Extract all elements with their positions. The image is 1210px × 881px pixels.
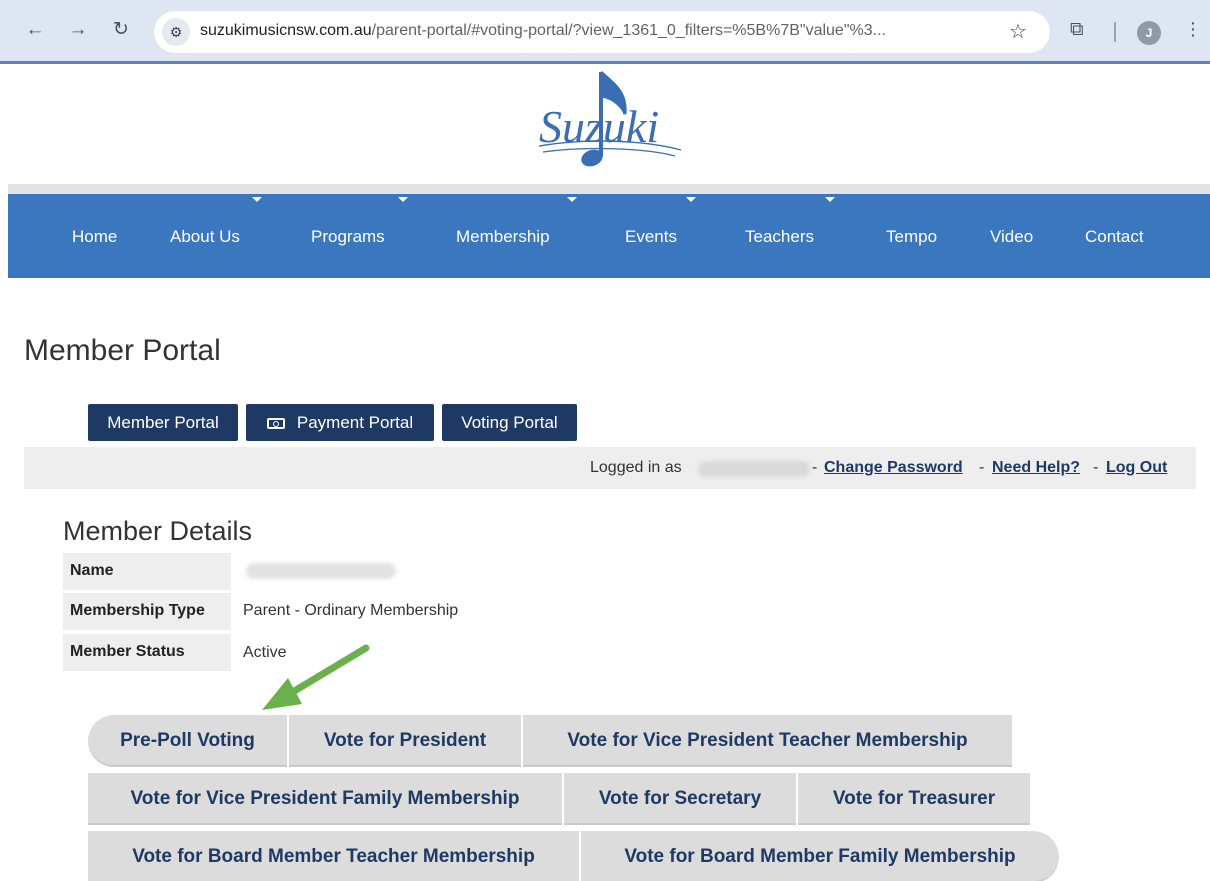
login-bar: Logged in as - Change Password - Need He…	[24, 447, 1196, 489]
separator: -	[979, 459, 985, 476]
forward-arrow-icon[interactable]: →	[67, 19, 89, 41]
nav-item-home[interactable]: Home	[72, 227, 117, 247]
detail-label-membership-type: Membership Type	[63, 593, 231, 630]
page-title: Member Portal	[24, 334, 221, 367]
pre-poll-voting-button[interactable]: Pre-Poll Voting	[88, 715, 287, 767]
vote-board-member-teacher-button[interactable]: Vote for Board Member Teacher Membership	[88, 831, 579, 881]
browser-toolbar: ← → ↻ ⚙ suzukimusicnsw.com.au/parent-por…	[0, 0, 1210, 64]
vote-secretary-button[interactable]: Vote for Secretary	[564, 773, 796, 825]
chevron-down-icon	[252, 197, 262, 202]
nav-item-contact[interactable]: Contact	[1085, 227, 1144, 247]
tab-payment-portal[interactable]: Payment Portal	[246, 404, 434, 441]
url-text[interactable]: suzukimusicnsw.com.au/parent-portal/#vot…	[200, 22, 886, 40]
toolbar-divider	[1114, 22, 1116, 42]
separator: -	[1093, 459, 1099, 476]
detail-value-membership-type: Parent - Ordinary Membership	[243, 602, 459, 619]
nav-item-teachers[interactable]: Teachers	[745, 227, 814, 247]
separator: -	[812, 459, 818, 476]
detail-label-name: Name	[63, 553, 231, 590]
tab-member-portal-label: Member Portal	[107, 413, 219, 432]
kebab-menu-icon[interactable]: ⋮	[1184, 19, 1202, 40]
nav-item-events[interactable]: Events	[625, 227, 677, 247]
change-password-link[interactable]: Change Password	[824, 459, 963, 477]
nav-item-about-us[interactable]: About Us	[170, 227, 240, 247]
tab-member-portal[interactable]: Member Portal	[88, 404, 238, 441]
reload-icon[interactable]: ↻	[110, 19, 132, 41]
annotation-arrow-icon	[262, 644, 370, 710]
suzuki-logo[interactable]: Suzuki	[535, 68, 685, 180]
back-arrow-icon[interactable]: ←	[24, 19, 46, 41]
suzuki-logo-graphic: Suzuki	[538, 70, 682, 167]
vote-treasurer-button[interactable]: Vote for Treasurer	[798, 773, 1030, 825]
need-help-link[interactable]: Need Help?	[992, 459, 1080, 477]
profile-avatar[interactable]: J	[1137, 21, 1161, 45]
svg-text:Suzuki: Suzuki	[539, 101, 659, 152]
tab-voting-portal-label: Voting Portal	[461, 413, 558, 432]
vote-vice-president-teacher-button[interactable]: Vote for Vice President Teacher Membersh…	[523, 715, 1012, 767]
vote-vice-president-family-button[interactable]: Vote for Vice President Family Membershi…	[88, 773, 562, 825]
nav-item-membership[interactable]: Membership	[456, 227, 550, 247]
star-icon[interactable]: ☆	[1009, 19, 1027, 44]
main-nav: Home About Us Programs Membership Events…	[8, 194, 1210, 278]
site-info-icon[interactable]: ⚙	[162, 18, 190, 46]
detail-label-member-status: Member Status	[63, 634, 231, 671]
vote-president-button[interactable]: Vote for President	[289, 715, 521, 767]
chevron-down-icon	[567, 197, 577, 202]
tab-payment-portal-label: Payment Portal	[296, 413, 414, 432]
url-host: suzukimusicnsw.com.au	[200, 22, 372, 39]
puzzle-icon[interactable]: ⧉	[1070, 19, 1084, 41]
chevron-down-icon	[686, 197, 696, 202]
redacted-member-name	[246, 563, 396, 579]
chevron-down-icon	[398, 197, 408, 202]
url-path: /parent-portal/#voting-portal/?view_1361…	[371, 22, 886, 39]
chevron-down-icon	[825, 197, 835, 202]
nav-item-programs[interactable]: Programs	[311, 227, 385, 247]
nav-item-video[interactable]: Video	[990, 227, 1033, 247]
member-details-title: Member Details	[63, 516, 253, 546]
cash-icon	[266, 418, 285, 429]
address-bar[interactable]: ⚙ suzukimusicnsw.com.au/parent-portal/#v…	[154, 11, 1050, 53]
tab-voting-portal[interactable]: Voting Portal	[442, 404, 577, 441]
header-divider	[8, 184, 1210, 194]
nav-item-tempo[interactable]: Tempo	[886, 227, 937, 247]
redacted-username	[698, 461, 810, 477]
vote-board-member-family-button[interactable]: Vote for Board Member Family Membership	[581, 831, 1059, 881]
logged-in-label: Logged in as	[590, 459, 682, 476]
log-out-link[interactable]: Log Out	[1106, 459, 1167, 477]
